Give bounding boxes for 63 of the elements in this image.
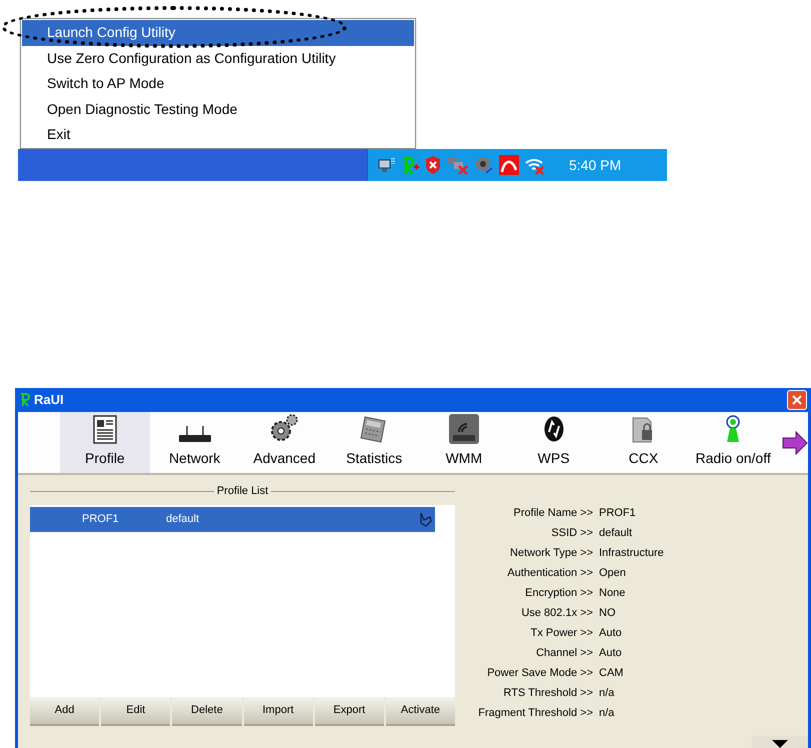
detail-label: Tx Power >> <box>530 626 593 642</box>
list-action-button[interactable]: Delete <box>172 696 242 726</box>
antenna-icon <box>724 414 742 444</box>
network-monitor-icon <box>378 156 396 174</box>
list-action-button[interactable]: Export <box>314 696 384 726</box>
r-plus-icon <box>401 155 419 175</box>
detail-value: Open <box>599 566 626 582</box>
menu-item[interactable]: Switch to AP Mode <box>22 71 414 96</box>
router-icon <box>178 424 212 444</box>
toolbar-tab[interactable]: Network <box>150 412 240 473</box>
menu-item[interactable]: Launch Config Utility <box>22 20 414 46</box>
detail-value: Auto <box>599 626 622 642</box>
menu-item[interactable]: Open Diagnostic Testing Mode <box>22 96 414 122</box>
detail-value: n/a <box>599 686 614 702</box>
detail-label: RTS Threshold >> <box>502 686 593 702</box>
detail-label: Use 802.1x >> <box>520 606 593 622</box>
detail-label: Network Type >> <box>509 546 593 562</box>
detail-label: Channel >> <box>535 646 593 662</box>
arrow-right-icon <box>782 430 808 454</box>
detail-value: None <box>599 586 626 602</box>
r-logo-icon <box>19 393 31 407</box>
detail-label: SSID >> <box>550 526 593 542</box>
document-icon <box>92 414 117 444</box>
toolbar-tab[interactable]: Radio on/off <box>688 412 778 473</box>
expand-button[interactable] <box>752 736 808 748</box>
qos-icon <box>448 414 479 444</box>
detail-label: Encryption >> <box>524 586 593 602</box>
group-title: Profile List <box>216 484 270 499</box>
menu-item[interactable]: Use Zero Configuration as Configuration Utility <box>22 46 414 71</box>
toolbar-tab[interactable]: Statistics <box>329 412 419 473</box>
profile-ssid: default <box>166 512 200 527</box>
detail-label: Fragment Threshold >> <box>477 706 593 722</box>
clock: 5:40 PM <box>569 156 622 174</box>
toolbar-tab[interactable]: Profile <box>60 412 150 473</box>
detail-value: CAM <box>599 666 624 682</box>
menu-item[interactable]: Exit <box>22 122 414 148</box>
list-action-button[interactable]: Import <box>244 696 313 726</box>
network-disconnected-icon <box>447 155 469 175</box>
detail-label: Authentication >> <box>506 566 593 582</box>
detail-value: PROF1 <box>599 506 636 522</box>
profile-row[interactable]: PROF1 default <box>30 506 435 532</box>
list-action-button[interactable]: Activate <box>386 696 456 726</box>
detail-label: Profile Name >> <box>512 506 593 522</box>
toolbar-tab[interactable]: WMM <box>419 412 509 473</box>
profile-name: PROF1 <box>82 512 120 527</box>
detail-value: NO <box>599 606 616 622</box>
detail-value: Infrastructure <box>599 546 664 562</box>
list-action-button[interactable]: Add <box>30 696 100 726</box>
window-title: RaUI <box>34 391 64 410</box>
close-button[interactable] <box>787 390 807 410</box>
detail-value: default <box>599 526 632 542</box>
list-action-button[interactable]: Edit <box>101 696 170 726</box>
speaker-icon <box>474 155 494 175</box>
next-arrow-button[interactable] <box>782 430 808 454</box>
toolbar-tab[interactable]: CCX <box>598 412 688 473</box>
toolbar-tab[interactable]: WPS <box>508 412 598 473</box>
down-triangle-icon <box>772 740 788 748</box>
toolbar-tab[interactable]: Advanced <box>240 412 330 473</box>
detail-value: Auto <box>599 646 622 662</box>
detail-label: Power Save Mode >> <box>486 666 593 682</box>
shield-icon <box>424 155 442 175</box>
detail-value: n/a <box>599 706 614 722</box>
close-icon <box>792 395 802 405</box>
